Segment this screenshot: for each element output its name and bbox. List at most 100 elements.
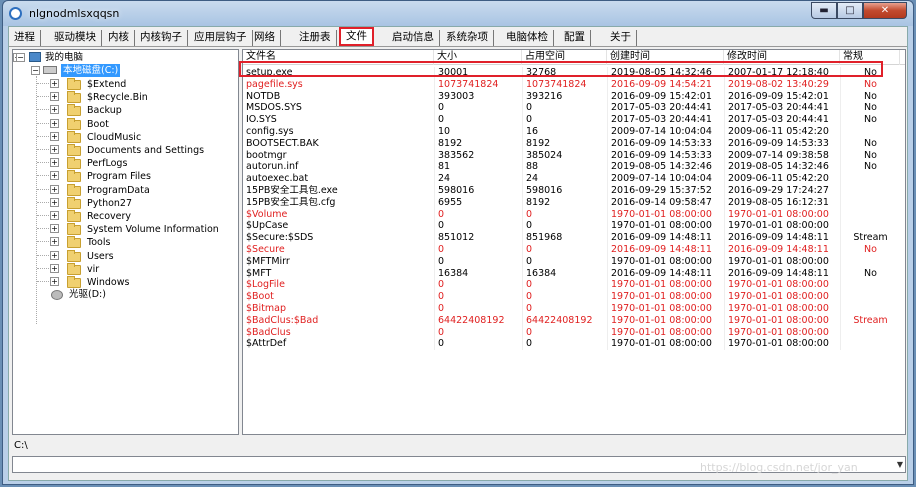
folder-expand-icon[interactable]: + (50, 197, 59, 207)
cell-modified: 1970-01-01 08:00:00 (724, 255, 840, 268)
table-row[interactable]: $Boot 0 0 1970-01-01 08:00:00 1970-01-01 08:… (243, 291, 905, 303)
table-row[interactable]: $Bitmap 0 0 1970-01-01 08:00:00 1970-01-01 0… (243, 303, 905, 315)
table-row[interactable]: $MFT 16384 16384 2016-09-09 14:48:11 2016-09… (243, 267, 905, 280)
folder-expand-icon[interactable]: + (50, 250, 59, 260)
cell-space: 0 (522, 326, 607, 339)
table-row[interactable]: autoexec.bat 24 24 2009-07-14 10:04:04 2009-… (243, 173, 905, 185)
tab-1[interactable]: 驱动模块 (49, 30, 102, 46)
folder-expand-icon[interactable]: + (50, 237, 59, 247)
tab-2[interactable]: 内核 (103, 30, 135, 46)
tree-folder-item[interactable]: PerfLogs (87, 157, 127, 170)
table-row[interactable]: $UpCase 0 0 1970-01-01 08:00:00 1970-01-01 0… (243, 220, 905, 233)
table-row[interactable]: $AttrDef 0 0 1970-01-01 08:00:00 1970-01-01 … (243, 338, 905, 351)
folder-expand-icon[interactable]: + (50, 79, 59, 88)
dropdown-arrow-icon[interactable]: ▼ (897, 460, 903, 469)
cell-modified: 2016-09-09 15:42:01 (724, 90, 840, 103)
table-row[interactable]: IO.SYS 0 0 2017-05-03 20:44:41 2017-05-03 20… (243, 114, 905, 126)
tree-folder-item[interactable]: vir (87, 263, 99, 276)
tree-folder-item[interactable]: Boot (87, 118, 109, 131)
tree-folder-item[interactable]: System Volume Information (87, 223, 219, 236)
table-row[interactable]: $LogFile 0 0 1970-01-01 08:00:00 1970-01-01 … (243, 279, 905, 292)
folder-icon (67, 262, 81, 275)
column-header[interactable]: 创建时间 (607, 50, 724, 65)
folder-expand-icon[interactable]: + (50, 277, 59, 286)
folder-expand-icon[interactable]: + (50, 224, 59, 234)
tree-folder-item[interactable]: $Extend (87, 78, 126, 91)
tree-folder-item[interactable]: CloudMusic (87, 131, 141, 144)
tab-6[interactable]: 注册表 (294, 30, 337, 46)
cell-created: 2016-09-29 15:37:52 (607, 185, 724, 197)
tab-12[interactable]: 关于 (605, 30, 637, 46)
table-row[interactable]: $BadClus 0 0 1970-01-01 08:00:00 1970-01-01 … (243, 326, 905, 339)
tab-11[interactable]: 配置 (559, 30, 591, 46)
table-row[interactable]: setup.exe 30001 32768 2019-08-05 14:32:46 20… (243, 67, 905, 79)
cell-size: 81 (434, 161, 522, 174)
tab-3[interactable]: 内核钩子 (135, 30, 188, 46)
table-row[interactable]: autorun.inf 81 88 2019-08-05 14:32:46 2019-0… (243, 161, 905, 174)
table-row[interactable]: config.sys 10 16 2009-07-14 10:04:04 2009-06… (243, 126, 905, 138)
tree-folder-item[interactable]: Tools (87, 236, 110, 249)
column-header[interactable]: 修改时间 (724, 50, 840, 65)
tree-folder-item[interactable]: ProgramData (87, 184, 150, 197)
column-header[interactable]: 常规 (840, 50, 900, 65)
tree-folder-item[interactable]: $Recycle.Bin (87, 91, 148, 104)
table-row[interactable]: $BadClus:$Bad 64422408192 64422408192 1970-… (243, 314, 905, 327)
table-row[interactable]: 15PB安全工具包.cfg 6955 8192 2016-09-14 09:58:47… (243, 196, 905, 209)
folder-expand-icon[interactable]: + (50, 118, 59, 128)
table-row[interactable]: 15PB安全工具包.exe 598016 598016 2016-09-29 15:3… (243, 185, 905, 197)
column-header[interactable]: 文件名 (243, 50, 434, 65)
tree-folder-item[interactable]: Python27 (87, 197, 132, 210)
directory-tree[interactable]: −−我的电脑−本地磁盘(C:)+$Extend+$Recycle.Bin+Bac… (12, 49, 239, 435)
file-list[interactable]: 文件名 大小 占用空间 创建时间 修改时间 常规 setup.exe 30001 32768 2… (242, 49, 906, 435)
folder-expand-icon[interactable]: + (50, 158, 59, 168)
tab-8[interactable]: 启动信息 (387, 30, 440, 46)
table-row[interactable]: pagefile.sys 1073741824 1073741824 2016-09-… (243, 78, 905, 91)
minimize-button[interactable]: ▬ (811, 2, 837, 19)
cell-space: 0 (522, 291, 607, 303)
tab-0[interactable]: 进程 (9, 30, 41, 46)
column-header[interactable]: 大小 (434, 50, 522, 65)
table-row[interactable]: bootmgr 383562 385024 2016-09-09 14:53:33 20… (243, 149, 905, 162)
tree-folder-item[interactable]: Program Files (87, 170, 151, 183)
tree-folder-item[interactable]: Users (87, 250, 114, 263)
tree-drive-label[interactable]: 本地磁盘(C:) (61, 64, 121, 77)
table-row[interactable]: NOTDB 393003 393216 2016-09-09 15:42:01 2016… (243, 90, 905, 103)
folder-expand-icon[interactable]: + (50, 263, 59, 273)
maximize-button[interactable]: □ (837, 2, 863, 19)
folder-expand-icon[interactable]: + (50, 92, 59, 102)
table-row[interactable]: MSDOS.SYS 0 0 2017-05-03 20:44:41 2017-05-03… (243, 102, 905, 115)
table-row[interactable]: $Volume 0 0 1970-01-01 08:00:00 1970-01-01 0… (243, 208, 905, 221)
folder-icon (67, 223, 81, 236)
cell-space: 0 (522, 244, 607, 256)
drive-collapse-icon[interactable]: − (31, 66, 40, 75)
tree-folder-item[interactable]: Backup (87, 104, 122, 117)
tree-folder-item[interactable]: Documents and Settings (87, 144, 204, 157)
column-header[interactable]: 占用空间 (522, 50, 607, 65)
folder-expand-icon[interactable]: + (50, 211, 59, 220)
folder-expand-icon[interactable]: + (50, 145, 59, 154)
folder-expand-icon[interactable]: + (50, 131, 59, 141)
folder-icon (67, 130, 81, 143)
table-row[interactable]: $Secure 0 0 2016-09-09 14:48:11 2016-09-09 1… (243, 244, 905, 256)
table-row[interactable]: $MFTMirr 0 0 1970-01-01 08:00:00 1970-01-01 … (243, 255, 905, 268)
cell-space: 0 (522, 338, 607, 351)
tab-5[interactable]: 网络 (249, 30, 281, 46)
cell-modified: 2016-09-09 14:53:33 (724, 137, 840, 150)
cell-normal (840, 196, 900, 209)
tree-folder-item[interactable]: Recovery (87, 210, 131, 223)
close-button[interactable]: ✕ (863, 2, 907, 19)
folder-expand-icon[interactable]: + (50, 171, 59, 181)
root-collapse-icon[interactable]: − (16, 53, 25, 62)
cell-modified: 1970-01-01 08:00:00 (724, 279, 840, 292)
title-bar[interactable]: nlgnodmlsxqqsn ▬ □ ✕ (3, 1, 913, 26)
table-row[interactable]: BOOTSECT.BAK 8192 8192 2016-09-09 14:53:33 2… (243, 137, 905, 150)
tree-cdrom-label[interactable]: 光驱(D:) (69, 288, 106, 301)
tab-4[interactable]: 应用层钩子 (189, 30, 253, 46)
folder-expand-icon[interactable]: + (50, 184, 59, 194)
folder-expand-icon[interactable]: + (50, 105, 59, 115)
folder-icon (67, 210, 81, 222)
tab-7[interactable]: 文件 (339, 27, 374, 46)
tab-10[interactable]: 电脑体检 (501, 30, 554, 46)
tab-9[interactable]: 系统杂项 (441, 30, 494, 46)
table-row[interactable]: $Secure:$SDS 851012 851968 2016-09-09 14:48… (243, 232, 905, 244)
